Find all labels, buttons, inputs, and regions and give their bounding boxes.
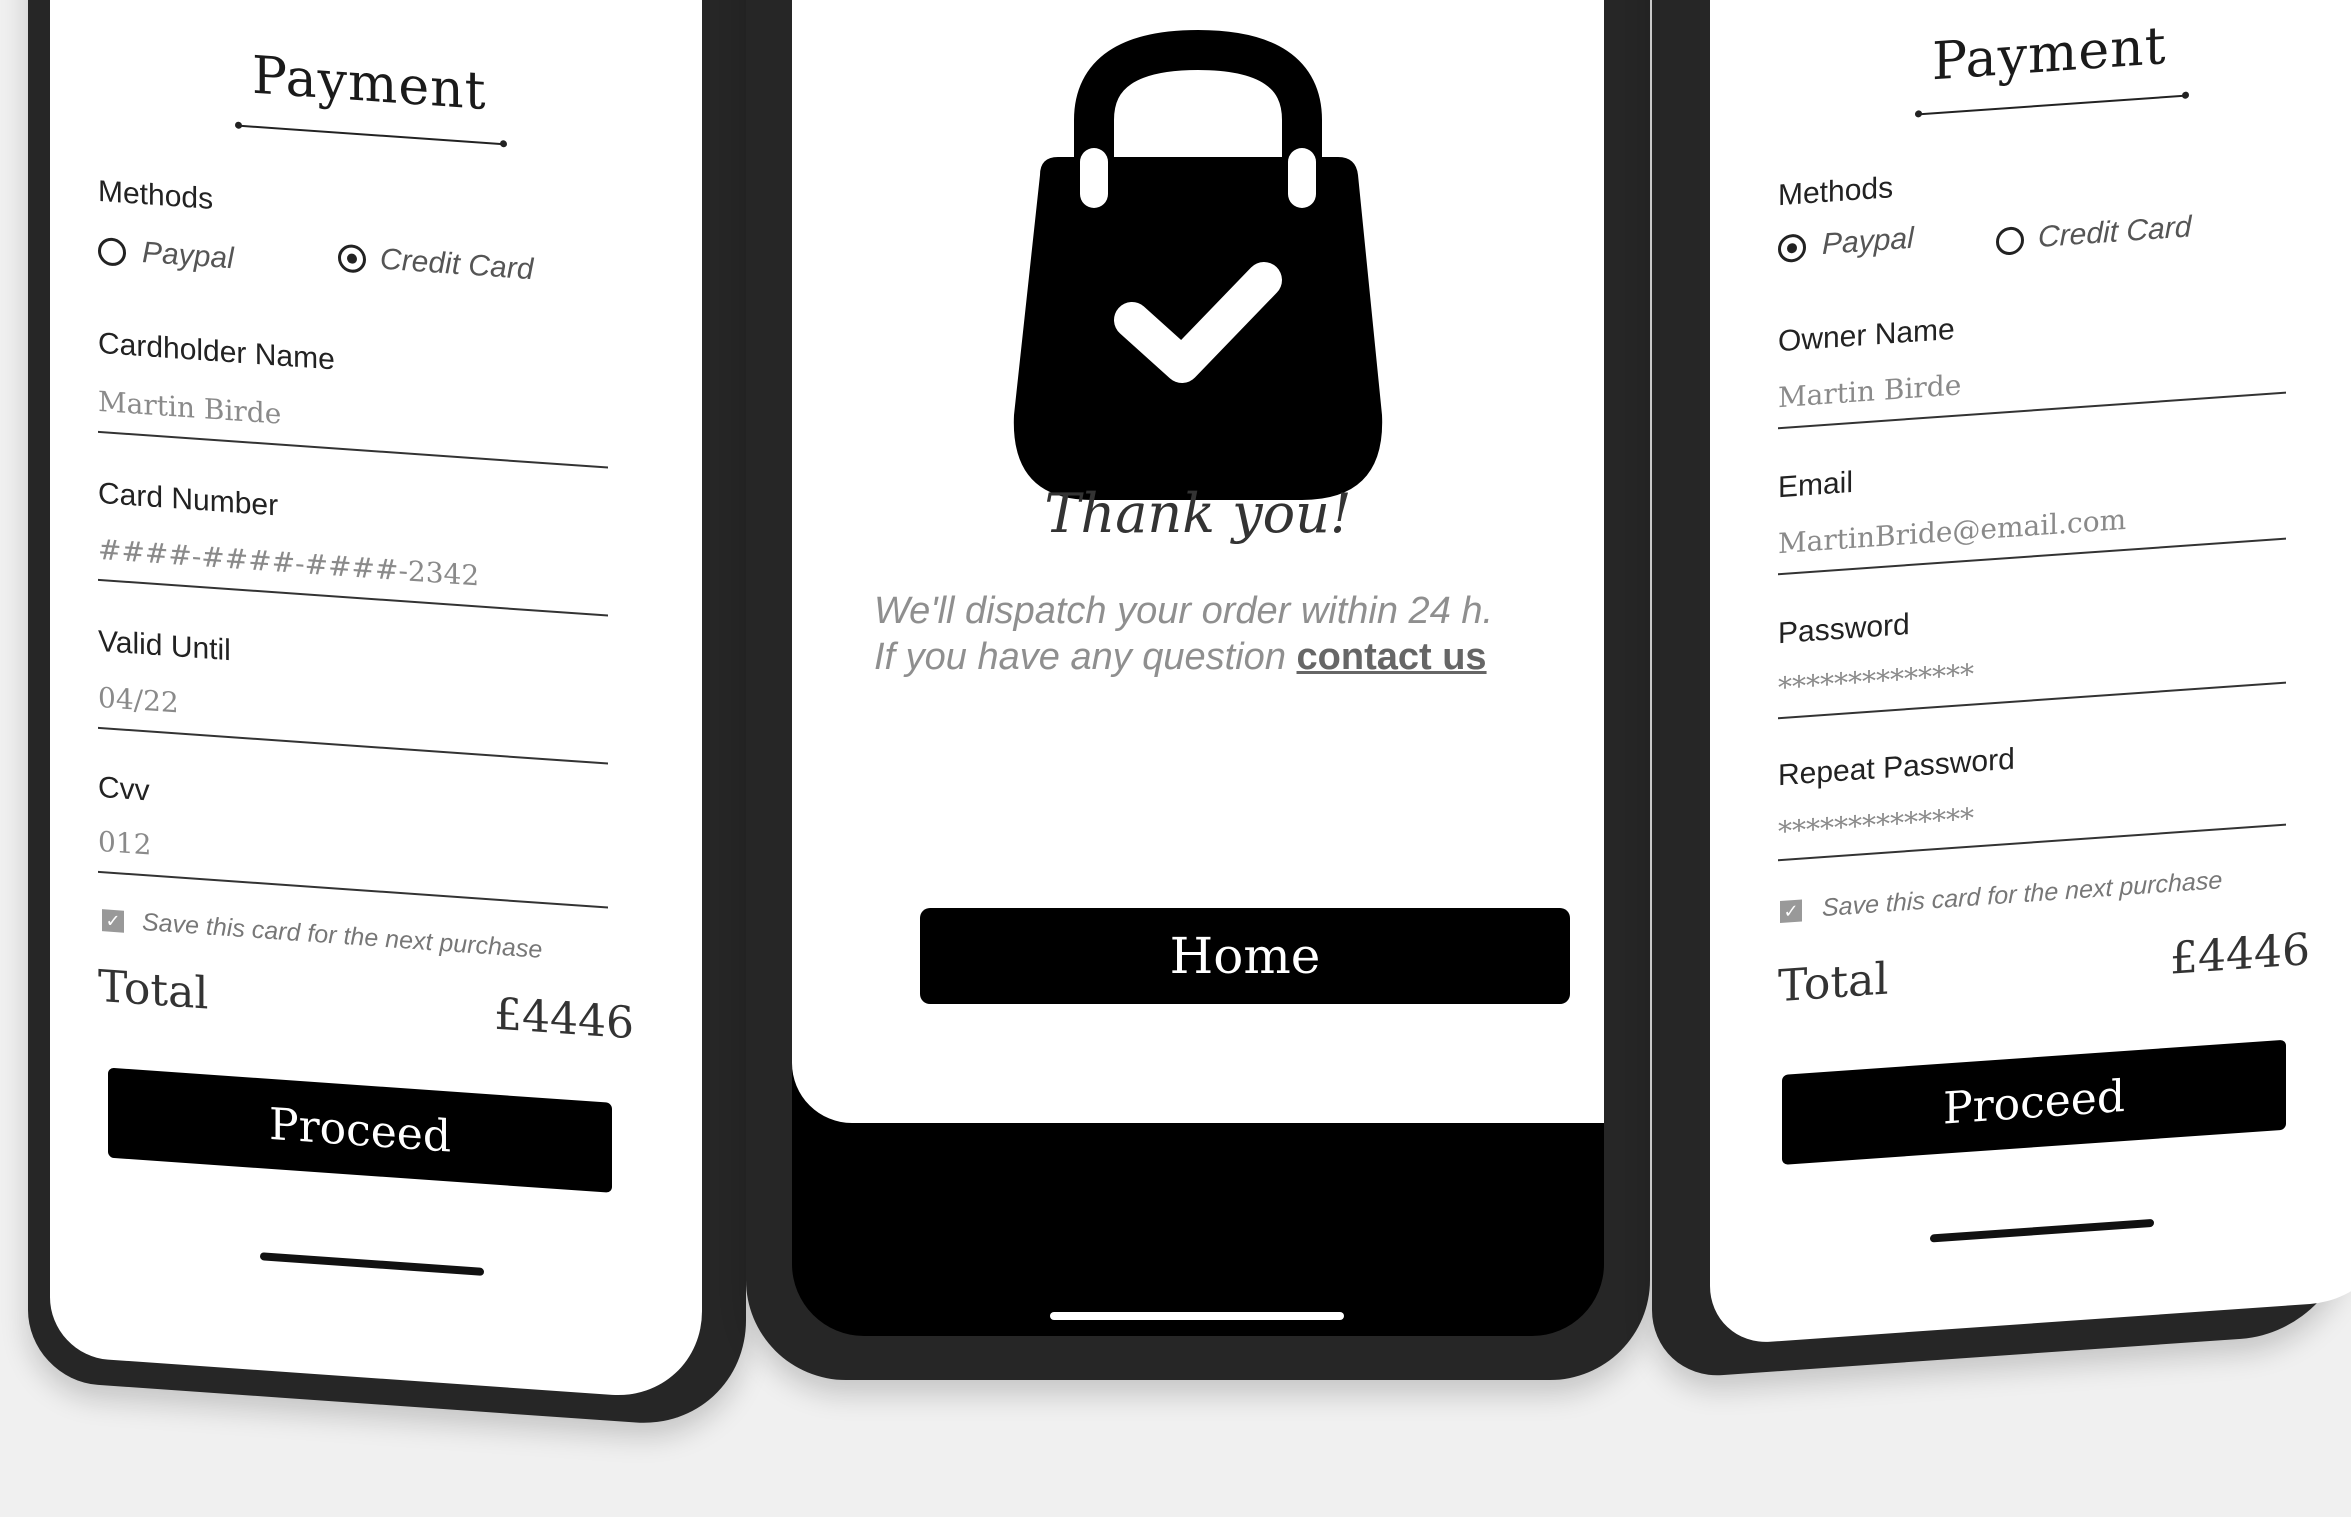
field-underline [98, 870, 608, 909]
valid-until-input[interactable]: 04/22 [98, 681, 179, 720]
thank-you-heading: Thank you! [1044, 482, 1352, 545]
field-label-card-number: Card Number [98, 476, 279, 523]
radio-label-paypal[interactable]: Paypal [142, 236, 234, 276]
radio-label-paypal[interactable]: Paypal [1822, 222, 1914, 262]
save-card-checkbox[interactable]: ✓ [1780, 899, 1802, 924]
phone-left: Payment Methods Paypal Credit Card Cardh… [28, 0, 746, 1431]
title-underline [1918, 94, 2186, 116]
payment-screen-credit-card: Payment Methods Paypal Credit Card Cardh… [50, 0, 702, 1402]
page-title: Payment [1932, 16, 2167, 93]
owner-name-input[interactable]: Martin Birde [1778, 368, 1961, 414]
payment-screen-paypal: Payment Methods Paypal Credit Card Owner… [1710, 0, 2351, 1346]
field-label-repeat-password: Repeat Password [1778, 742, 2015, 793]
cvv-input[interactable]: 012 [98, 825, 151, 862]
save-card-text: Save this card for the next purchase [142, 907, 543, 964]
total-value: £4446 [494, 988, 634, 1050]
confirmation-panel: Thank you! We'll dispatch your order wit… [792, 0, 1604, 1123]
phone-right: Payment Methods Paypal Credit Card Owner… [1652, 0, 2351, 1381]
dispatch-message: We'll dispatch your order within 24 h. I… [874, 588, 1574, 680]
dispatch-line-2: If you have any question contact us [874, 634, 1574, 680]
field-underline [98, 726, 608, 765]
radio-label-credit-card[interactable]: Credit Card [380, 243, 533, 288]
dispatch-line-1: We'll dispatch your order within 24 h. [874, 590, 1494, 632]
radio-paypal[interactable] [1778, 233, 1806, 264]
proceed-button[interactable]: Proceed [108, 1067, 612, 1193]
field-label-cardholder: Cardholder Name [98, 326, 335, 377]
order-confirmation-screen: Thank you! We'll dispatch your order wit… [792, 0, 1604, 1336]
repeat-password-input[interactable]: ************** [1778, 801, 1974, 848]
methods-label: Methods [1778, 171, 1894, 213]
save-card-checkbox[interactable]: ✓ [102, 909, 124, 933]
contact-us-link[interactable]: contact us [1297, 636, 1487, 678]
phone-center: Thank you! We'll dispatch your order wit… [746, 0, 1650, 1380]
radio-credit-card[interactable] [1996, 225, 2024, 256]
field-underline [98, 430, 608, 469]
home-indicator[interactable] [1930, 1218, 2154, 1243]
field-label-email: Email [1778, 465, 1854, 505]
save-card-text: Save this card for the next purchase [1822, 866, 2223, 923]
total-value: £4446 [2170, 923, 2310, 985]
title-underline [238, 124, 504, 146]
field-label-valid-until: Valid Until [98, 624, 231, 668]
total-label: Total [1778, 953, 1889, 1013]
field-label-cvv: Cvv [98, 770, 150, 808]
page-title: Payment [252, 45, 487, 123]
radio-paypal[interactable] [98, 236, 126, 267]
field-label-owner-name: Owner Name [1778, 312, 1955, 359]
radio-credit-card[interactable] [338, 243, 366, 274]
radio-label-credit-card[interactable]: Credit Card [2038, 210, 2191, 255]
field-label-password: Password [1778, 607, 1910, 651]
password-input[interactable]: ************** [1778, 657, 1974, 704]
proceed-button[interactable]: Proceed [1782, 1039, 2286, 1165]
home-indicator[interactable] [260, 1252, 484, 1276]
cardholder-name-input[interactable]: Martin Birde [98, 385, 281, 431]
shopping-bag-check-icon [1013, 30, 1383, 500]
home-indicator[interactable] [1050, 1312, 1344, 1320]
methods-label: Methods [98, 174, 214, 216]
home-button[interactable]: Home [920, 908, 1570, 1004]
field-underline [98, 578, 608, 617]
dispatch-line-2-text: If you have any question [874, 636, 1286, 678]
total-label: Total [98, 960, 209, 1020]
